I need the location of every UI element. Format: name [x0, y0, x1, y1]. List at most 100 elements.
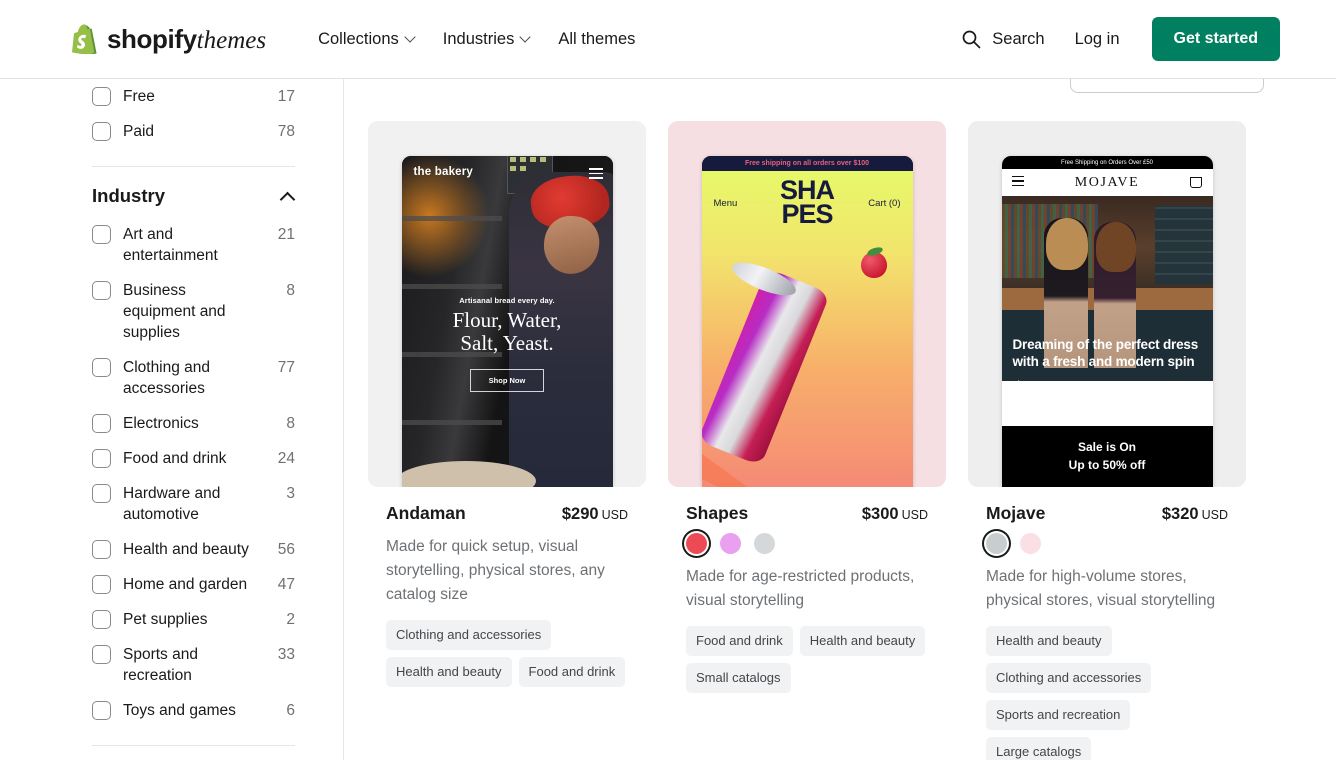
shelf-decor	[401, 420, 502, 425]
theme-meta: Mojave $320 USD Made for high-volume stor…	[968, 487, 1246, 760]
chevron-down-icon	[521, 33, 530, 42]
filter-group-industry-header[interactable]: Industry	[92, 167, 295, 217]
theme-tag[interactable]: Small catalogs	[686, 663, 791, 693]
filter-label: Free	[123, 88, 155, 105]
search-label: Search	[992, 29, 1045, 48]
theme-thumbnail[interactable]: Free shipping on all orders over $100 Me…	[668, 121, 946, 487]
brand-logo[interactable]: shopifythemes	[72, 24, 266, 55]
preview-navbar: MOJAVE	[1001, 169, 1213, 196]
checkbox[interactable]	[92, 575, 111, 594]
swatch-grey[interactable]	[986, 533, 1007, 554]
glass-shelf-decor	[1154, 206, 1213, 284]
login-button[interactable]: Log in	[1057, 22, 1138, 57]
filter-business-equipment-and-supplies[interactable]: Business equipment and supplies 8	[92, 273, 295, 350]
filter-count: 47	[277, 576, 295, 593]
preview-headline-1: Flour, Water,	[452, 308, 562, 332]
filter-clothing-and-accessories[interactable]: Clothing and accessories 77	[92, 350, 295, 406]
checkbox[interactable]	[92, 449, 111, 468]
search-icon	[962, 30, 981, 49]
theme-tag[interactable]: Health and beauty	[386, 657, 512, 687]
checkbox[interactable]	[92, 610, 111, 629]
theme-tag[interactable]: Food and drink	[518, 657, 626, 687]
checkbox[interactable]	[92, 358, 111, 377]
filter-electronics[interactable]: Electronics 8	[92, 406, 295, 441]
sort-dropdown[interactable]	[1070, 79, 1264, 93]
search-button[interactable]: Search	[949, 21, 1056, 57]
color-swatches	[986, 533, 1228, 554]
theme-name[interactable]: Shapes	[686, 503, 748, 524]
filter-group-theme-architecture-header[interactable]: Theme architecture	[92, 746, 295, 760]
preview-headline: Dreaming of the perfect dress with a fre…	[1012, 337, 1199, 369]
filter-free[interactable]: Free 17	[92, 79, 295, 114]
filter-sports-and-recreation[interactable]: Sports and recreation 33	[92, 637, 295, 693]
nav-item-all-themes[interactable]: All themes	[544, 22, 649, 57]
filter-label: Electronics	[123, 415, 199, 432]
filters-inner: Free 17 Paid 78 Industry Art and enterta…	[0, 79, 343, 760]
filter-count: 3	[286, 485, 295, 502]
theme-tag[interactable]: Health and beauty	[986, 626, 1112, 656]
checkbox[interactable]	[92, 414, 111, 433]
theme-card-mojave[interactable]: Free Shipping on Orders Over £50 MOJAVE	[968, 121, 1246, 760]
preview-sale-line-1: Sale is On	[1077, 440, 1137, 454]
filter-count: 77	[277, 359, 295, 376]
nav-item-industries[interactable]: Industries	[429, 22, 545, 57]
theme-tag[interactable]: Clothing and accessories	[386, 620, 552, 650]
theme-tag[interactable]: Large catalogs	[986, 737, 1092, 760]
checkbox[interactable]	[92, 225, 111, 244]
checkbox[interactable]	[92, 87, 111, 106]
checkbox[interactable]	[92, 484, 111, 503]
filter-food-and-drink[interactable]: Food and drink 24	[92, 441, 295, 476]
theme-thumbnail[interactable]: Free Shipping on Orders Over £50 MOJAVE	[968, 121, 1246, 487]
checkbox[interactable]	[92, 701, 111, 720]
filter-label: Sports and recreation	[123, 646, 198, 684]
preview-sale-banner: Sale is On Up to 50% off	[1001, 426, 1213, 487]
swatch-red[interactable]	[686, 533, 707, 554]
theme-name[interactable]: Mojave	[986, 503, 1045, 524]
brand-wordmark: shopifythemes	[107, 24, 266, 55]
price-amount: $300	[861, 505, 899, 523]
preview-shop-link: Shop Our Dresses	[1012, 379, 1078, 392]
header-actions: Search Log in Get started	[949, 17, 1280, 61]
get-started-button[interactable]: Get started	[1151, 17, 1280, 61]
theme-thumbnail[interactable]: the bakery Artisanal bread every day. Fl…	[368, 121, 646, 487]
preview-sale-line-2: Up to 50% off	[1068, 458, 1146, 472]
theme-tag[interactable]: Food and drink	[686, 626, 793, 656]
preview-kicker: Artisanal bread every day.	[459, 296, 555, 305]
filter-count: 21	[277, 226, 295, 243]
swatch-pink[interactable]	[1020, 533, 1041, 554]
checkbox[interactable]	[92, 281, 111, 300]
nav-label: All themes	[558, 29, 636, 48]
nav-item-collections[interactable]: Collections	[304, 22, 429, 57]
filter-health-and-beauty[interactable]: Health and beauty 56	[92, 532, 295, 567]
filter-home-and-garden[interactable]: Home and garden 47	[92, 567, 295, 602]
checkbox[interactable]	[92, 645, 111, 664]
preview-logo: SHA PES	[702, 177, 913, 228]
swatch-grey[interactable]	[754, 533, 775, 554]
preview-store-name: the bakery	[413, 166, 474, 178]
shelf-decor	[401, 216, 502, 221]
main-nav: Collections Industries All themes	[304, 22, 649, 57]
filter-count: 8	[286, 282, 295, 299]
filter-paid[interactable]: Paid 78	[92, 114, 295, 149]
theme-name[interactable]: Andaman	[386, 503, 466, 524]
theme-price: $300 USD	[862, 505, 928, 524]
checkbox[interactable]	[92, 122, 111, 141]
price-amount: $320	[1161, 505, 1199, 523]
preview-hero-copy: Dreaming of the perfect dress with a fre…	[1012, 336, 1201, 392]
theme-tag[interactable]: Clothing and accessories	[986, 663, 1152, 693]
theme-card-shapes[interactable]: Free shipping on all orders over $100 Me…	[668, 121, 946, 760]
swatch-violet[interactable]	[720, 533, 741, 554]
theme-card-andaman[interactable]: the bakery Artisanal bread every day. Fl…	[368, 121, 646, 760]
price-amount: $290	[561, 505, 599, 523]
chevron-up-icon[interactable]	[281, 192, 295, 201]
brand-suffix: themes	[196, 26, 267, 54]
price-currency: USD	[901, 508, 928, 522]
filter-pet-supplies[interactable]: Pet supplies 2	[92, 602, 295, 637]
filter-toys-and-games[interactable]: Toys and games 6	[92, 693, 295, 728]
filter-art-and-entertainment[interactable]: Art and entertainment 21	[92, 217, 295, 273]
theme-tag[interactable]: Sports and recreation	[986, 700, 1131, 730]
filter-count: 2	[286, 611, 295, 628]
checkbox[interactable]	[92, 540, 111, 559]
filter-hardware-and-automotive[interactable]: Hardware and automotive 3	[92, 476, 295, 532]
theme-tag[interactable]: Health and beauty	[799, 626, 926, 656]
